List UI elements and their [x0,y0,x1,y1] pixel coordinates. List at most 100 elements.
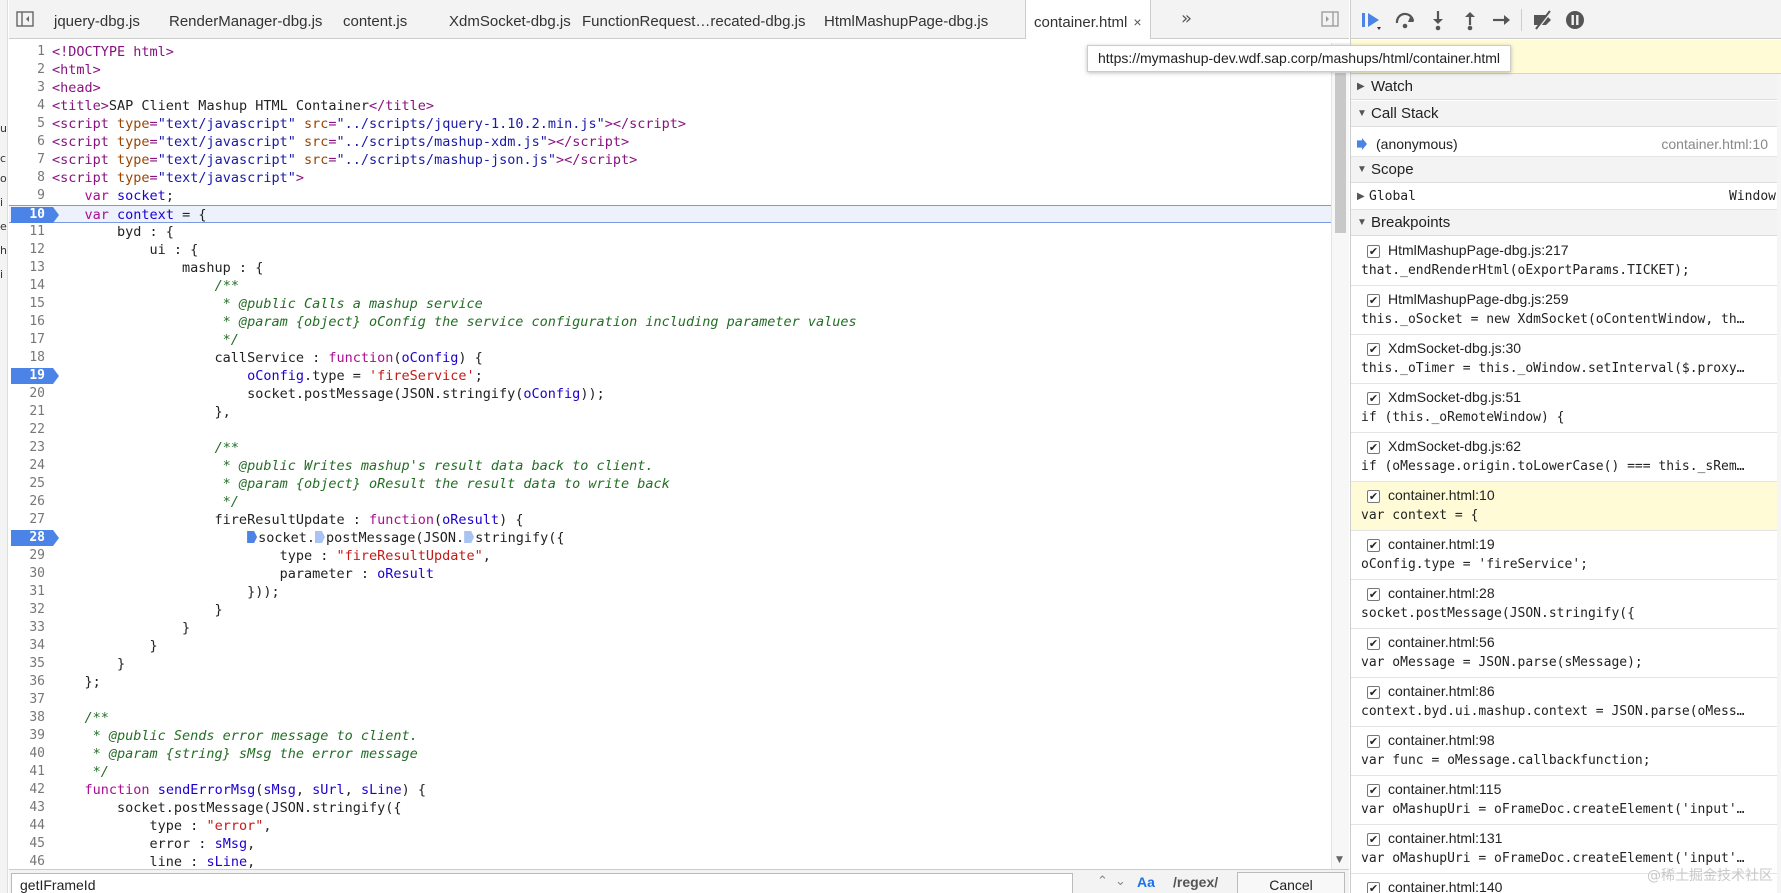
code-line[interactable]: 36 }; [9,673,1331,691]
step-over-icon[interactable] [1393,8,1417,32]
line-number[interactable]: 38 [9,709,45,727]
code-line[interactable]: 18 callService : function(oConfig) { [9,349,1331,367]
watch-section-header[interactable]: ▶ Watch [1351,74,1781,100]
line-number[interactable]: 46 [9,853,45,869]
breakpoint-item[interactable]: ✔ XdmSocket-dbg.js:62 if (oMessage.origin.… [1351,433,1781,482]
breakpoint-item[interactable]: ✔ container.html:56 var oMessage = JSON.pa… [1351,629,1781,678]
line-number[interactable]: 8 [9,169,45,187]
search-next-icon[interactable]: ⌄ [1115,874,1126,889]
line-number[interactable]: 40 [9,745,45,763]
code-line[interactable]: 13 mashup : { [9,259,1331,277]
breakpoint-item[interactable]: ✔ XdmSocket-dbg.js:51 if (this._oRemoteWin… [1351,384,1781,433]
breakpoint-checkbox[interactable]: ✔ [1367,686,1380,699]
toggle-debugger-icon[interactable] [1321,11,1339,27]
breakpoint-checkbox[interactable]: ✔ [1367,784,1380,797]
code-line[interactable]: 19 oConfig.type = 'fireService'; [9,367,1331,385]
breakpoint-checkbox[interactable]: ✔ [1367,637,1380,650]
breakpoint-item[interactable]: ✔ XdmSocket-dbg.js:30 this._oTimer = this.… [1351,335,1781,384]
step-out-icon[interactable] [1458,8,1482,32]
code-line[interactable]: 23 /** [9,439,1331,457]
scroll-down-icon[interactable]: ▼ [1336,855,1343,865]
breakpoint-checkbox[interactable]: ✔ [1367,539,1380,552]
line-number[interactable]: 2 [9,61,45,79]
search-input[interactable] [11,873,1073,893]
line-number[interactable]: 4 [9,97,45,115]
code-line[interactable]: 16 * @param {object} oConfig the service… [9,313,1331,331]
more-tabs-icon[interactable]: » [1181,8,1192,29]
breakpoint-item[interactable]: ✔ HtmlMashupPage-dbg.js:217 that._endRende… [1351,237,1781,286]
code-line[interactable]: 31 })); [9,583,1331,601]
step-icon[interactable] [1490,8,1514,32]
line-number[interactable]: 11 [9,223,45,241]
code-line[interactable]: 35 } [9,655,1331,673]
line-number[interactable]: 21 [9,403,45,421]
breakpoint-checkbox[interactable]: ✔ [1367,882,1380,893]
code-line[interactable]: 4 <title>SAP Client Mashup HTML Container… [9,97,1331,115]
line-number[interactable]: 3 [9,79,45,97]
line-number[interactable]: 18 [9,349,45,367]
line-number[interactable]: 12 [9,241,45,259]
code-line[interactable]: 41 */ [9,763,1331,781]
line-number[interactable]: 30 [9,565,45,583]
code-line[interactable]: 32 } [9,601,1331,619]
code-area[interactable]: 1 <!DOCTYPE html> 2 <html> 3 <head> 4 <title>SA… [9,43,1331,869]
code-line[interactable]: 42 function sendErrorMsg(sMsg, sUrl, sLi… [9,781,1331,799]
scope-row-global[interactable]: ▶ Global Window [1351,184,1781,210]
code-line[interactable]: 8 <script type="text/javascript"> [9,169,1331,187]
sidebar-scrollbar[interactable] [1777,74,1781,893]
code-line[interactable]: 5 <script type="text/javascript" src="../… [9,115,1331,133]
line-number[interactable]: 35 [9,655,45,673]
editor-scrollbar[interactable]: ▼ [1331,43,1349,869]
code-line[interactable]: 38 /** [9,709,1331,727]
code-line[interactable]: 26 */ [9,493,1331,511]
line-number[interactable]: 17 [9,331,45,349]
call-frame[interactable]: (anonymous) container.html:10 [1351,131,1781,157]
breakpoint-item[interactable]: ✔ container.html:28 socket.postMessage(JSO… [1351,580,1781,629]
line-number[interactable]: 23 [9,439,45,457]
code-line[interactable]: 44 type : "error", [9,817,1331,835]
regex-toggle[interactable]: /regex/ [1173,874,1218,890]
code-line[interactable]: 46 line : sLine, [9,853,1331,869]
code-line[interactable]: 45 error : sMsg, [9,835,1331,853]
line-number[interactable]: 5 [9,115,45,133]
breakpoint-checkbox[interactable]: ✔ [1367,588,1380,601]
editor-scroll-thumb[interactable] [1335,73,1346,233]
tab-functionrequest-recated-dbg-js[interactable]: FunctionRequest…recated-dbg.js [582,0,805,38]
breakpoint-checkbox[interactable]: ✔ [1367,294,1380,307]
line-number[interactable]: 15 [9,295,45,313]
breakpoint-checkbox[interactable]: ✔ [1367,392,1380,405]
tab-xdmsocket-dbg-js[interactable]: XdmSocket-dbg.js [449,0,571,38]
code-line[interactable]: 39 * @public Sends error message to clie… [9,727,1331,745]
line-number[interactable]: 25 [9,475,45,493]
line-number[interactable]: 29 [9,547,45,565]
line-number[interactable]: 43 [9,799,45,817]
breakpoint-checkbox[interactable]: ✔ [1367,735,1380,748]
line-number[interactable]: 44 [9,817,45,835]
code-line[interactable]: 3 <head> [9,79,1331,97]
breakpoint-checkbox[interactable]: ✔ [1367,343,1380,356]
call-stack-section-header[interactable]: ▼ Call Stack [1351,101,1781,127]
code-line[interactable]: 29 type : "fireResultUpdate", [9,547,1331,565]
code-line[interactable]: 40 * @param {string} sMsg the error mess… [9,745,1331,763]
line-number[interactable]: 37 [9,691,45,709]
code-line[interactable]: 21 }, [9,403,1331,421]
line-number[interactable]: 45 [9,835,45,853]
call-frame-location[interactable]: container.html:10 [1661,131,1768,157]
code-line[interactable]: 37 [9,691,1331,709]
code-line[interactable]: 30 parameter : oResult [9,565,1331,583]
tab-jquery-dbg-js[interactable]: jquery-dbg.js [54,0,140,38]
code-line[interactable]: 20 socket.postMessage(JSON.stringify(oCo… [9,385,1331,403]
line-number[interactable]: 32 [9,601,45,619]
code-line[interactable]: 17 */ [9,331,1331,349]
tab-container-html[interactable]: container.html × [1025,0,1151,39]
line-number[interactable]: 27 [9,511,45,529]
line-number[interactable]: 13 [9,259,45,277]
breakpoint-item[interactable]: ✔ HtmlMashupPage-dbg.js:259 this._oSocket … [1351,286,1781,335]
resume-icon[interactable] [1359,8,1383,32]
breakpoints-section-header[interactable]: ▼ Breakpoints [1351,210,1781,236]
deactivate-breakpoints-icon[interactable] [1531,8,1555,32]
line-number[interactable]: 41 [9,763,45,781]
line-number[interactable]: 42 [9,781,45,799]
tab-close-icon[interactable]: × [1133,14,1141,30]
search-cancel-button[interactable]: Cancel [1237,872,1345,893]
